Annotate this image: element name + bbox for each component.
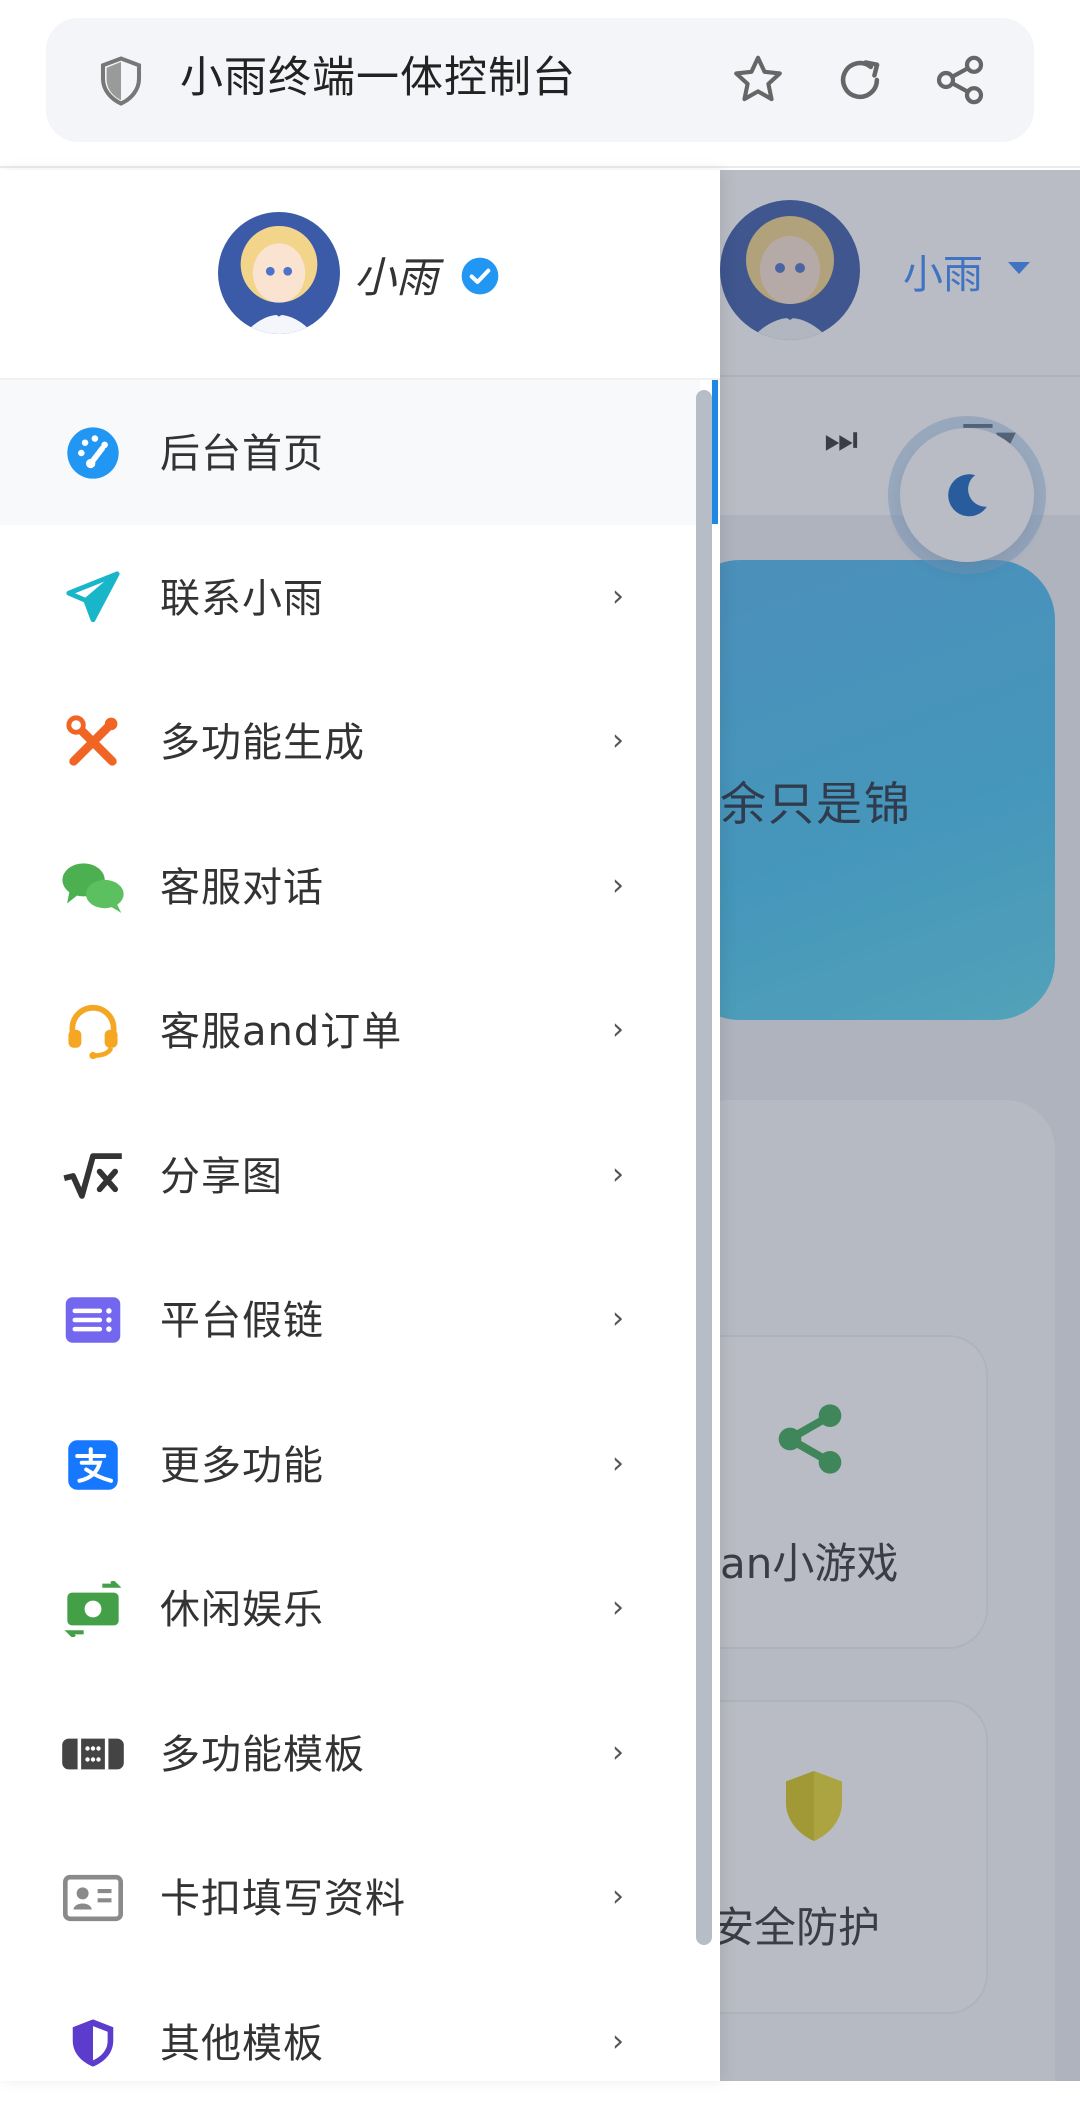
paper-plane-icon <box>60 567 126 629</box>
chevron-right-icon: › <box>612 1301 624 1336</box>
drawer-overlay[interactable] <box>720 170 1080 2081</box>
chevron-right-icon: › <box>612 1157 624 1192</box>
chevron-right-icon: › <box>612 2024 624 2059</box>
sidebar-item-fake-link[interactable]: 平台假链 › <box>0 1247 700 1392</box>
sidebar-item-label: 休闲娱乐 <box>160 1582 324 1638</box>
reload-icon <box>833 53 887 107</box>
sidebar-item-leisure[interactable]: 休闲娱乐 › <box>0 1536 700 1681</box>
sidebar-item-contact[interactable]: 联系小雨 › <box>0 525 700 670</box>
chevron-right-icon: › <box>612 1879 624 1914</box>
sidebar-item-label: 多功能生成 <box>160 715 365 771</box>
scrollbar[interactable] <box>696 380 716 2081</box>
sidebar-item-label: 联系小雨 <box>160 571 324 627</box>
active-indicator <box>712 380 718 524</box>
sidebar-item-label: 客服and订单 <box>160 1004 402 1060</box>
drawer-profile: 小雨 <box>0 170 720 380</box>
chevron-right-icon: › <box>612 1012 624 1047</box>
list-box-icon <box>60 1289 126 1351</box>
verified-badge-icon <box>460 256 500 296</box>
shield-half-icon <box>60 2012 126 2074</box>
sidebar-item-dashboard[interactable]: 后台首页 <box>0 380 700 525</box>
tools-icon <box>60 711 126 773</box>
sidebar-item-label: 后台首页 <box>160 426 324 482</box>
sidebar-item-label: 卡扣填写资料 <box>160 1871 406 1927</box>
sidebar-item-card-info[interactable]: 卡扣填写资料 › <box>0 1825 700 1970</box>
bookmark-button[interactable] <box>726 48 790 112</box>
share-button[interactable] <box>928 48 992 112</box>
chevron-right-icon: › <box>612 579 624 614</box>
avatar[interactable] <box>218 212 340 334</box>
alipay-icon <box>60 1434 126 1496</box>
sidebar-item-label: 其他模板 <box>160 2016 324 2072</box>
keypad-icon <box>60 1723 126 1785</box>
id-card-icon <box>60 1867 126 1929</box>
browser-bar: 小雨终端一体控制台 <box>0 0 1080 168</box>
background-app: 小雨 ⏭ ☰▾ 余只是锦 an小游戏 安全防护 <box>720 170 1080 2081</box>
sidebar-item-label: 多功能模板 <box>160 1727 365 1783</box>
sidebar-item-customer-chat[interactable]: 客服对话 › <box>0 814 700 959</box>
avatar-image <box>218 212 340 334</box>
sidebar-item-multi-generate[interactable]: 多功能生成 › <box>0 669 700 814</box>
shield-icon[interactable] <box>94 54 148 108</box>
page-title: 小雨终端一体控制台 <box>180 48 576 108</box>
chevron-right-icon: › <box>612 868 624 903</box>
sidebar-item-share-image[interactable]: 分享图 › <box>0 1103 700 1248</box>
address-bar[interactable]: 小雨终端一体控制台 <box>46 18 1034 142</box>
star-icon <box>729 51 787 109</box>
chevron-right-icon: › <box>612 1735 624 1770</box>
headset-icon <box>60 1000 126 1062</box>
chevron-right-icon: › <box>612 1446 624 1481</box>
money-exchange-icon <box>60 1578 126 1640</box>
side-drawer: 小雨 后台首页 <box>0 170 720 2081</box>
square-root-icon <box>60 1145 126 1207</box>
chevron-right-icon: › <box>612 723 624 758</box>
chat-bubbles-icon <box>60 856 126 918</box>
reload-button[interactable] <box>828 48 892 112</box>
sidebar-item-more-features[interactable]: 更多功能 › <box>0 1392 700 1537</box>
sidebar-item-service-order[interactable]: 客服and订单 › <box>0 958 700 1103</box>
share-icon <box>932 52 988 108</box>
dashboard-icon <box>60 422 126 484</box>
chevron-right-icon: › <box>612 1590 624 1625</box>
sidebar-nav: 后台首页 联系小雨 › <box>0 380 700 2114</box>
sidebar-item-label: 平台假链 <box>160 1293 324 1349</box>
scrollbar-thumb[interactable] <box>696 390 712 1945</box>
sidebar-item-other-template[interactable]: 其他模板 › <box>0 1970 700 2114</box>
sidebar-item-label: 客服对话 <box>160 860 324 916</box>
profile-name: 小雨 <box>354 244 438 305</box>
sidebar-item-label: 分享图 <box>160 1149 283 1205</box>
sidebar-item-label: 更多功能 <box>160 1438 324 1494</box>
sidebar-item-multi-template[interactable]: 多功能模板 › <box>0 1681 700 1826</box>
